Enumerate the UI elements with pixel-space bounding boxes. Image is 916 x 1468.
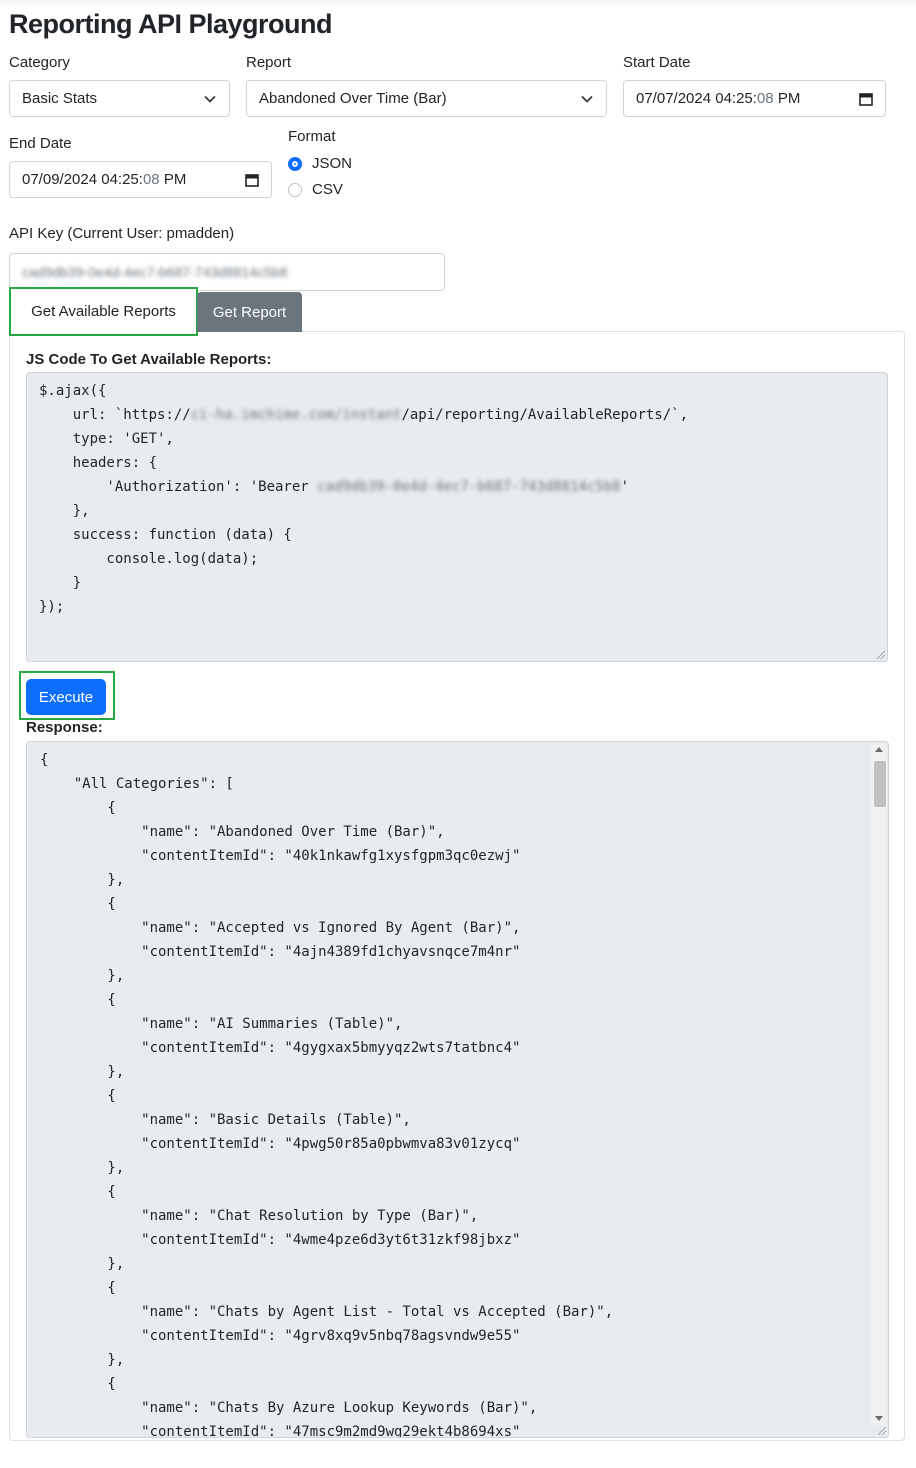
- end-date-label: End Date: [9, 135, 72, 152]
- end-date-input[interactable]: 07/09/2024 04:25:08 PM: [9, 161, 272, 198]
- scroll-thumb[interactable]: [874, 761, 886, 807]
- response-text: { "All Categories": [ { "name": "Abandon…: [40, 752, 614, 1438]
- resize-handle[interactable]: [878, 1427, 886, 1435]
- chevron-down-icon: [203, 92, 217, 106]
- chevron-down-icon: [580, 92, 594, 106]
- report-select[interactable]: Abandoned Over Time (Bar): [246, 80, 607, 117]
- format-option-json-label: JSON: [312, 155, 353, 172]
- start-date-input[interactable]: 07/07/2024 04:25:08 PM: [623, 80, 886, 117]
- radio-selected[interactable]: [288, 156, 302, 171]
- code-section-title: JS Code To Get Available Reports:: [26, 351, 272, 368]
- report-label: Report: [246, 54, 292, 71]
- category-value: Basic Stats: [22, 90, 98, 107]
- radio-unselected[interactable]: [288, 182, 302, 197]
- start-date-label: Start Date: [623, 54, 691, 71]
- format-option-json[interactable]: JSON: [288, 155, 352, 172]
- response-textarea[interactable]: { "All Categories": [ { "name": "Abandon…: [26, 741, 889, 1438]
- api-key-label: API Key (Current User: pmadden): [9, 225, 235, 242]
- format-option-csv-label: CSV: [312, 181, 343, 198]
- scrollbar[interactable]: [871, 743, 887, 1425]
- tab-get-report[interactable]: Get Report: [197, 292, 302, 332]
- start-date-value: 07/07/2024 04:25:08 PM: [636, 90, 801, 107]
- category-select[interactable]: Basic Stats: [9, 80, 230, 117]
- tab-get-available-reports[interactable]: Get Available Reports: [9, 287, 198, 336]
- api-key-value: cad9db39-0e4d-4ec7-b687-743d8814c5b8: [22, 264, 288, 280]
- api-key-input[interactable]: cad9db39-0e4d-4ec7-b687-743d8814c5b8: [9, 253, 445, 291]
- code-textarea[interactable]: $.ajax({ url: `https://ci-ha.imchime.com…: [26, 372, 888, 662]
- calendar-icon[interactable]: [859, 92, 873, 106]
- scroll-up-arrow-icon[interactable]: [875, 747, 883, 752]
- calendar-icon[interactable]: [245, 173, 259, 187]
- resize-handle[interactable]: [877, 651, 885, 659]
- page-title: Reporting API Playground: [9, 9, 333, 39]
- category-label: Category: [9, 54, 70, 71]
- report-value: Abandoned Over Time (Bar): [259, 90, 447, 107]
- format-label: Format: [288, 128, 336, 145]
- format-option-csv[interactable]: CSV: [288, 181, 343, 198]
- scroll-down-arrow-icon[interactable]: [875, 1416, 883, 1421]
- execute-button[interactable]: Execute: [26, 679, 106, 715]
- response-label: Response:: [26, 719, 103, 736]
- end-date-value: 07/09/2024 04:25:08 PM: [22, 171, 187, 188]
